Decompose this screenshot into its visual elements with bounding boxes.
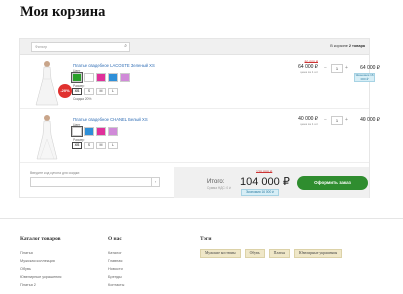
size-options: XS S M L (72, 142, 118, 149)
size-option[interactable]: XS (72, 142, 82, 149)
filter-input[interactable]: Фильтр ⌕ (31, 42, 130, 52)
unit-price-label: цена за 1 шт (300, 70, 318, 74)
color-swatch-white[interactable] (84, 73, 94, 82)
footer-catalog-title: Каталог товаров (20, 236, 61, 242)
qty-increase-button[interactable]: + (345, 117, 348, 123)
size-options: XS S M L (72, 88, 118, 95)
price-block: 40 000 ₽ цена за 1 шт (288, 116, 318, 126)
color-swatch-lilac[interactable] (120, 73, 130, 82)
tag-link[interactable]: Мужские костюмы (200, 249, 241, 258)
qty-decrease-button[interactable]: − (324, 117, 327, 123)
footer-tags: Мужские костюмы Обувь Платья Ювелирные у… (200, 249, 343, 258)
footer-link[interactable]: Мужская коллекция (20, 257, 61, 265)
price-block: 80 000 ₽ 64 000 ₽ цена за 1 шт (288, 60, 318, 74)
checkout-button[interactable]: Оформить заказ (297, 176, 368, 190)
product-name-link[interactable]: Платье свадебное LACOSTE Зеленый XS (73, 63, 155, 68)
tag-link[interactable]: Ювелирные украшения (293, 249, 343, 258)
size-option[interactable]: M (96, 142, 106, 149)
coupon-apply-button[interactable]: › (151, 178, 159, 186)
footer-link[interactable]: Главная (108, 257, 124, 265)
product-name-link[interactable]: Платье свадебное CHANEL Белый XS (73, 117, 148, 122)
size-option[interactable]: L (108, 142, 118, 149)
color-swatches (71, 72, 130, 83)
size-option[interactable]: S (84, 88, 94, 95)
total-price: 104 000 ₽ (240, 176, 290, 188)
tag-link[interactable]: Обувь (244, 249, 265, 258)
footer-link[interactable]: Бренды (108, 273, 124, 281)
color-swatch-pink[interactable] (96, 127, 106, 136)
page: Моя корзина Фильтр ⌕ В корзине 2 товара … (0, 0, 403, 294)
cart-count: В корзине 2 товара (330, 44, 365, 48)
size-option[interactable]: XS (72, 88, 82, 95)
footer-about-list: Каталог Главная Новости Бренды Контакты (108, 249, 124, 289)
size-option[interactable]: M (96, 88, 106, 95)
tag-link[interactable]: Платья (268, 249, 290, 258)
footer-catalog-list: Платья Мужская коллекция Обувь Ювелирные… (20, 249, 61, 289)
total-saving-badge: Экономия 16 000 ₽ (241, 189, 279, 196)
product-image[interactable] (34, 59, 60, 107)
color-swatch-blue[interactable] (108, 73, 118, 82)
cart-header: Фильтр ⌕ В корзине 2 товара (20, 39, 369, 55)
cart-item: Платье свадебное CHANEL Белый XS Цвет Ра… (20, 111, 380, 163)
cart-item: -20% Платье свадебное LACOSTE Зеленый XS… (20, 57, 380, 109)
discount-badge: -20% (58, 84, 72, 98)
color-swatches (71, 126, 118, 137)
remove-item-icon[interactable]: × (363, 117, 366, 123)
coupon-label: Введите код купона для скидки: (30, 171, 81, 175)
page-title: Моя корзина (20, 4, 106, 20)
saving-badge: Экономия 16 000 ₽ (354, 73, 375, 82)
size-option[interactable]: S (84, 142, 94, 149)
product-image[interactable] (34, 113, 60, 161)
footer-link[interactable]: Каталог (108, 249, 124, 257)
footer-divider (0, 218, 403, 219)
total-label: Итого: (207, 179, 225, 185)
footer-tags-title: Тэги (200, 236, 212, 242)
qty-decrease-button[interactable]: − (324, 65, 327, 71)
coupon-input[interactable]: › (30, 177, 160, 187)
footer-link[interactable]: Обувь (20, 265, 61, 273)
cart-count-value: 2 товара (348, 44, 365, 48)
color-swatch-lilac[interactable] (108, 127, 118, 136)
color-swatch-white[interactable] (71, 126, 83, 137)
qty-increase-button[interactable]: + (345, 65, 348, 71)
color-swatch-blue[interactable] (84, 127, 94, 136)
footer-link[interactable]: Новости (108, 265, 124, 273)
footer-link[interactable]: Платья (20, 249, 61, 257)
footer-link[interactable]: Платья 2 (20, 281, 61, 289)
search-icon[interactable]: ⌕ (124, 44, 127, 49)
footer-link[interactable]: Контакты (108, 281, 124, 289)
unit-price-label: цена за 1 шт (300, 122, 318, 126)
size-option[interactable]: L (108, 88, 118, 95)
footer-about-title: О нас (108, 236, 122, 242)
old-total: 120 000 ₽ (256, 170, 273, 174)
footer-link[interactable]: Ювелирные украшения (20, 273, 61, 281)
qty-input[interactable]: 1 (331, 64, 343, 73)
remove-item-icon[interactable]: × (363, 65, 366, 71)
color-swatch-green[interactable] (71, 72, 83, 83)
qty-input[interactable]: 1 (331, 116, 343, 125)
filter-placeholder: Фильтр (35, 45, 48, 49)
color-swatch-pink[interactable] (96, 73, 106, 82)
nds-text: Сумма НДС: 0 ₽ (207, 186, 232, 190)
cart-count-prefix: В корзине (330, 44, 348, 48)
discount-text: Скидка 20% (73, 97, 92, 101)
